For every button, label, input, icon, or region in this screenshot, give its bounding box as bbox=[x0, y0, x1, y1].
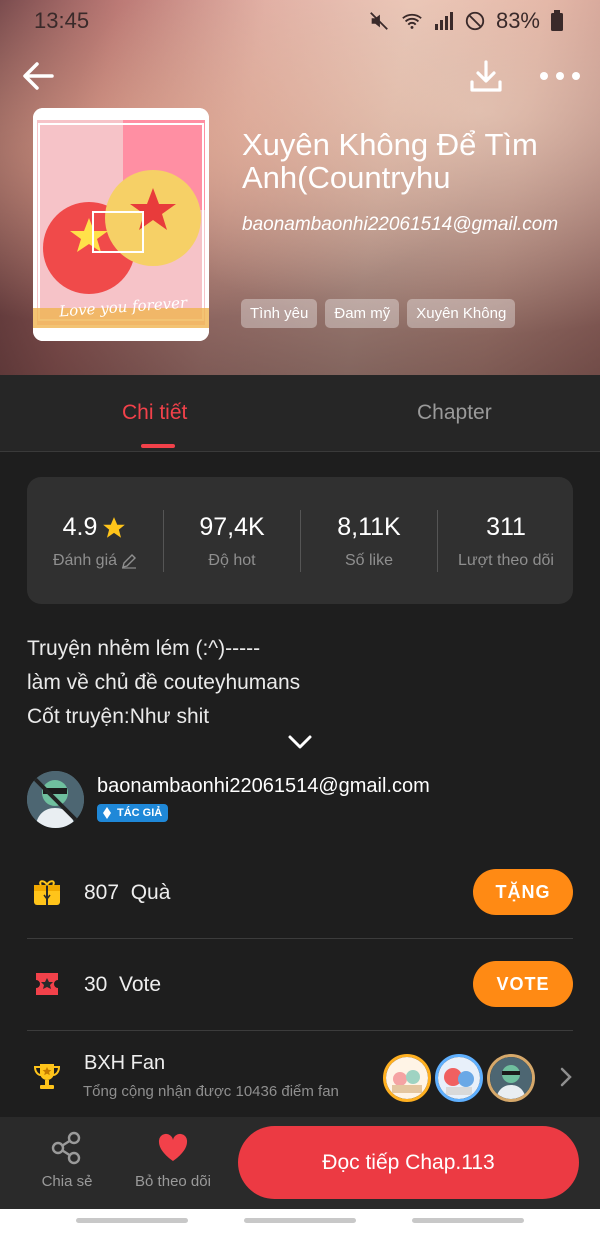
status-icons: 83% bbox=[368, 8, 564, 34]
fan-avatar bbox=[487, 1054, 535, 1102]
unfollow-button[interactable]: Bỏ theo dõi bbox=[128, 1131, 218, 1190]
edit-icon[interactable] bbox=[121, 553, 137, 569]
fan-ranking-row[interactable]: BXH Fan Tổng cộng nhận được 10436 điểm f… bbox=[27, 1050, 573, 1110]
nav-recent-button[interactable] bbox=[76, 1218, 188, 1223]
author-name[interactable]: baonambaonhi22061514@gmail.com bbox=[97, 775, 430, 798]
likes-label: Số like bbox=[344, 552, 394, 569]
wifi-icon bbox=[402, 13, 422, 29]
stat-rating[interactable]: 4.9 Đánh giá bbox=[27, 513, 163, 570]
story-title: Xuyên Không Để Tìm Anh(Countryhu bbox=[242, 127, 538, 195]
description-line: Cốt truyện:Như shit bbox=[27, 705, 210, 728]
author-avatar[interactable] bbox=[27, 771, 84, 828]
dnd-icon bbox=[465, 11, 485, 31]
top-toolbar bbox=[0, 50, 600, 102]
row-divider bbox=[27, 938, 573, 939]
author-row[interactable]: baonambaonhi22061514@gmail.com TÁC GIẢ bbox=[27, 771, 587, 831]
story-description: Truyện nhẻm lém (:^)----- làm về chủ đề … bbox=[27, 632, 567, 734]
tag-chip[interactable]: Tình yêu bbox=[241, 299, 318, 328]
system-nav-bar bbox=[0, 1209, 600, 1233]
share-icon bbox=[51, 1131, 81, 1165]
description-line: Truyện nhẻm lém (:^)----- bbox=[27, 637, 261, 660]
gift-row: 807 Quà TẶNG bbox=[27, 868, 573, 918]
hot-value: 97,4K bbox=[199, 513, 265, 541]
heart-icon bbox=[158, 1133, 188, 1161]
fan-ranking-subtitle: Tổng cộng nhận được 10436 điểm fan bbox=[83, 1083, 339, 1100]
pen-badge-icon bbox=[103, 807, 111, 819]
row-divider bbox=[27, 1030, 573, 1031]
tab-active-indicator bbox=[141, 444, 175, 448]
story-cover[interactable]: Love you forever bbox=[33, 108, 209, 341]
fan-avatar bbox=[383, 1054, 431, 1102]
author-badge-label: TÁC GIẢ bbox=[117, 807, 163, 819]
mute-icon bbox=[370, 12, 388, 30]
story-tags: Tình yêu Đam mỹ Xuyên Không bbox=[241, 299, 516, 328]
top-fans[interactable] bbox=[383, 1054, 539, 1102]
status-bar: 13:45 83% bbox=[0, 0, 600, 40]
chevron-right-icon[interactable] bbox=[559, 1066, 573, 1088]
followers-value: 311 bbox=[486, 513, 526, 541]
vote-count: 30 Vote bbox=[84, 973, 162, 996]
rating-value: 4.9 bbox=[62, 513, 98, 541]
stat-likes: 8,11K Số like bbox=[301, 513, 437, 570]
unfollow-label: Bỏ theo dõi bbox=[135, 1173, 211, 1190]
fan-avatar bbox=[435, 1054, 483, 1102]
more-horizontal-icon[interactable] bbox=[538, 66, 582, 86]
author-badge: TÁC GIẢ bbox=[97, 804, 169, 822]
nav-back-button[interactable] bbox=[412, 1218, 524, 1223]
hot-label: Độ hot bbox=[208, 552, 256, 569]
stat-followers: 311 Lượt theo dõi bbox=[438, 513, 574, 570]
trophy-icon bbox=[33, 1064, 61, 1089]
rating-label: Đánh giá bbox=[52, 552, 118, 569]
vote-ticket-icon bbox=[36, 973, 58, 995]
stat-hot: 97,4K Độ hot bbox=[164, 513, 300, 570]
stats-card: 4.9 Đánh giá 97,4K Độ hot 8,11K Số like … bbox=[27, 477, 573, 604]
nav-home-button[interactable] bbox=[244, 1218, 356, 1223]
detail-tabs: Chi tiết Chapter bbox=[0, 375, 600, 452]
battery-level: 83% bbox=[495, 8, 540, 33]
tag-chip[interactable]: Xuyên Không bbox=[407, 299, 516, 328]
vote-button[interactable]: VOTE bbox=[473, 961, 573, 1007]
bottom-action-bar: Chia sẻ Bỏ theo dõi Đọc tiếp Chap.113 bbox=[0, 1117, 600, 1209]
story-header: 13:45 83% Love you forever Xuyên Không Đ… bbox=[0, 0, 600, 375]
likes-value: 8,11K bbox=[337, 513, 401, 541]
gift-icon bbox=[34, 880, 60, 905]
tab-chapter[interactable]: Chapter bbox=[417, 401, 492, 425]
vote-row: 30 Vote VOTE bbox=[27, 960, 573, 1010]
tab-details[interactable]: Chi tiết bbox=[122, 401, 187, 425]
give-gift-button[interactable]: TẶNG bbox=[473, 869, 573, 915]
download-icon[interactable] bbox=[466, 56, 506, 96]
story-author-link[interactable]: baonambaonhi22061514@gmail.com bbox=[242, 213, 562, 237]
share-label: Chia sẻ bbox=[41, 1173, 93, 1190]
gift-count: 807 Quà bbox=[84, 881, 171, 904]
signal-icon bbox=[434, 12, 453, 30]
tag-chip[interactable]: Đam mỹ bbox=[325, 299, 400, 328]
arrow-left-icon[interactable] bbox=[18, 56, 58, 96]
share-button[interactable]: Chia sẻ bbox=[27, 1131, 107, 1190]
chevron-down-icon[interactable] bbox=[287, 733, 313, 751]
followers-label: Lượt theo dõi bbox=[458, 552, 554, 569]
battery-icon bbox=[551, 10, 563, 31]
continue-reading-button[interactable]: Đọc tiếp Chap.113 bbox=[238, 1126, 579, 1199]
fan-ranking-title: BXH Fan bbox=[84, 1052, 166, 1074]
star-icon bbox=[103, 516, 126, 538]
status-time: 13:45 bbox=[34, 8, 90, 33]
description-line: làm về chủ đề couteyhumans bbox=[27, 671, 301, 694]
